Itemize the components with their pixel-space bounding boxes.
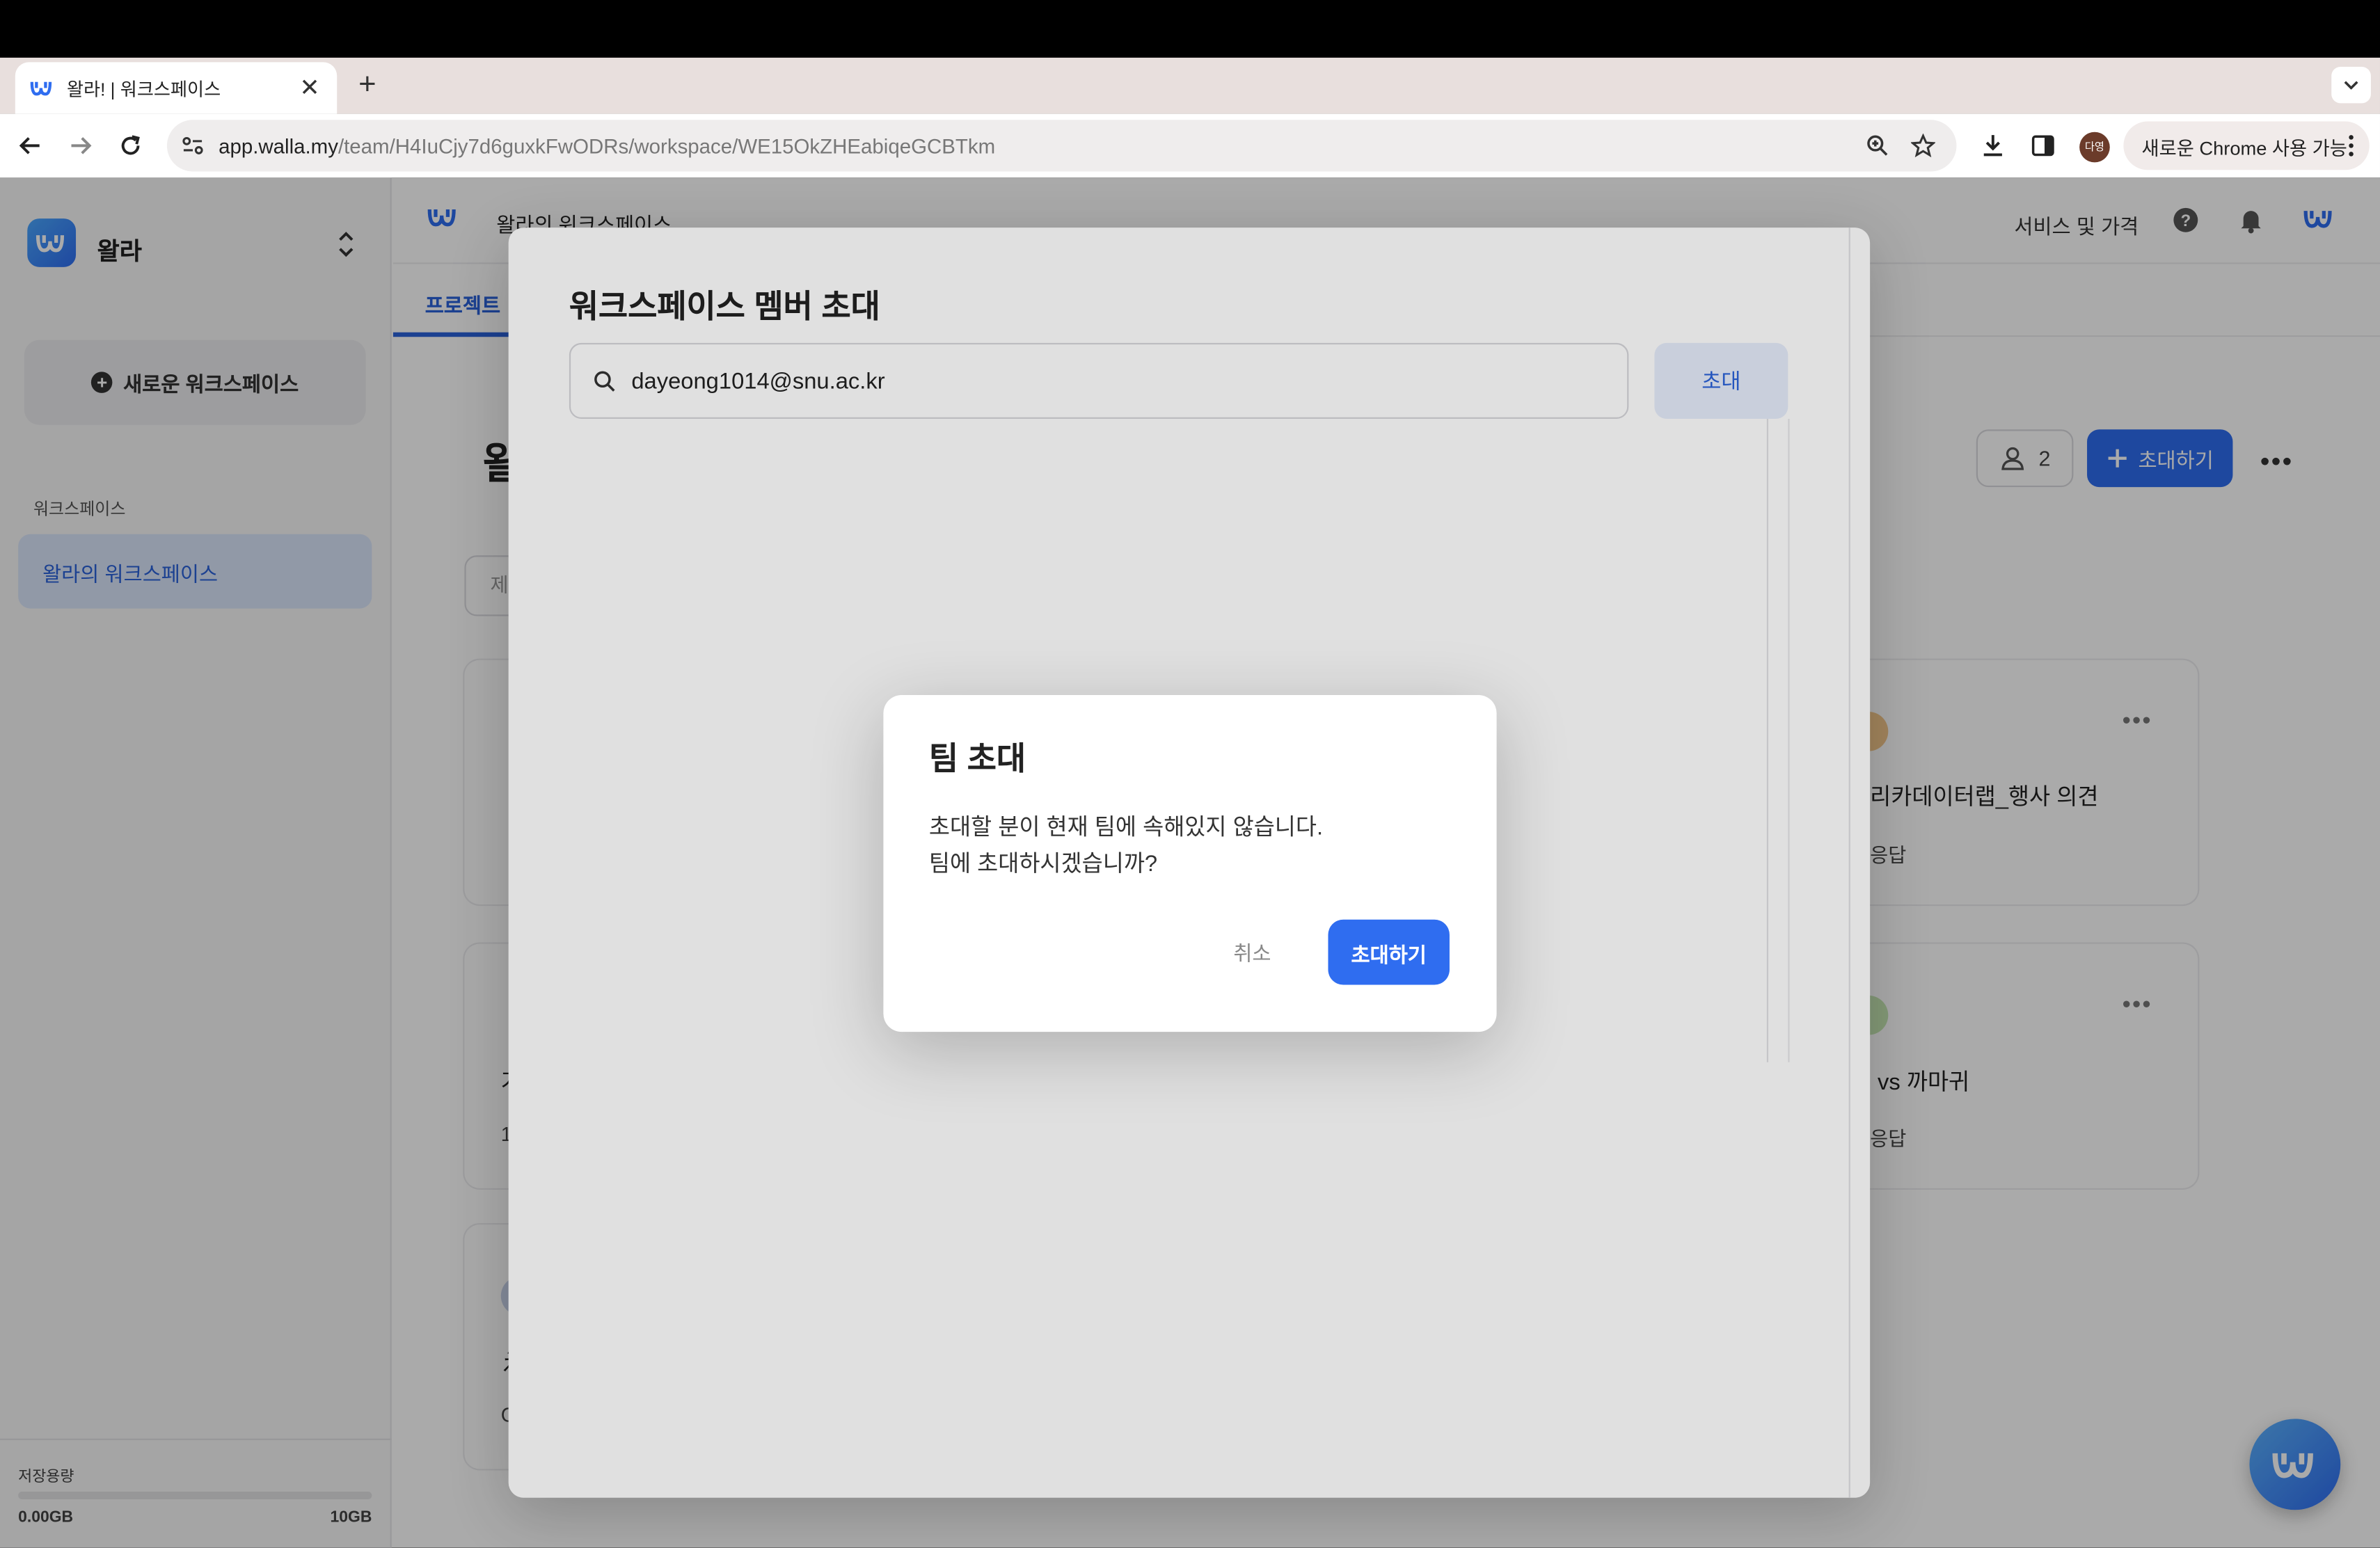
kebab-menu-icon[interactable] [2348,134,2354,162]
browser-tab[interactable]: 왈라! | 워크스페이스 ✕ [15,62,338,114]
confirm-invite-button[interactable]: 초대하기 [1328,919,1450,985]
dialog-title: 팀 초대 [928,742,1026,777]
address-bar[interactable]: app.walla.my/team/H4IuCjy7d6guxkFwODRs/w… [166,120,1957,172]
back-icon[interactable] [14,129,47,162]
reload-icon[interactable] [114,129,148,162]
url-path: /team/H4IuCjy7d6guxkFwODRs/workspace/WE1… [338,134,996,157]
tab-title: 왈라! | 워크스페이스 [66,78,221,99]
bookmark-star-icon[interactable] [1910,133,1937,158]
screen: 왈라! | 워크스페이스 ✕ + app.walla.my/team/H4IuC… [0,0,2380,1548]
download-icon[interactable] [1979,132,2006,159]
chrome-update-label: 새로운 Chrome 사용 가능 [2141,137,2347,159]
app-window: 왈라 + 새로운 워크스페이스 워크스페이스 왈라의 워크스페이스 저장용량 0… [0,177,2380,1548]
zoom-icon[interactable] [1866,134,1890,158]
browser-tabstrip: 왈라! | 워크스페이스 ✕ + [0,57,2380,114]
close-tab-icon[interactable]: ✕ [297,73,322,104]
dialog-message: 초대할 분이 현재 팀에 속해있지 않습니다. 팀에 초대하시겠습니까? [928,815,1324,877]
profile-avatar[interactable]: 다영 [2079,131,2110,163]
new-tab-icon[interactable]: + [352,70,383,100]
url-host: app.walla.my [219,134,338,157]
browser-toolbar: app.walla.my/team/H4IuCjy7d6guxkFwODRs/w… [0,113,2380,178]
walla-favicon-icon [30,76,55,100]
side-panel-icon[interactable] [2029,132,2056,159]
tab-search-chevron-icon[interactable] [2331,66,2371,104]
team-invite-confirm-dialog: 팀 초대 초대할 분이 현재 팀에 속해있지 않습니다. 팀에 초대하시겠습니까… [883,694,1497,1032]
forward-icon[interactable] [64,129,97,162]
cancel-button[interactable]: 취소 [1213,920,1292,984]
chrome-update-button[interactable]: 새로운 Chrome 사용 가능 [2123,121,2370,170]
site-settings-icon[interactable] [181,134,205,158]
